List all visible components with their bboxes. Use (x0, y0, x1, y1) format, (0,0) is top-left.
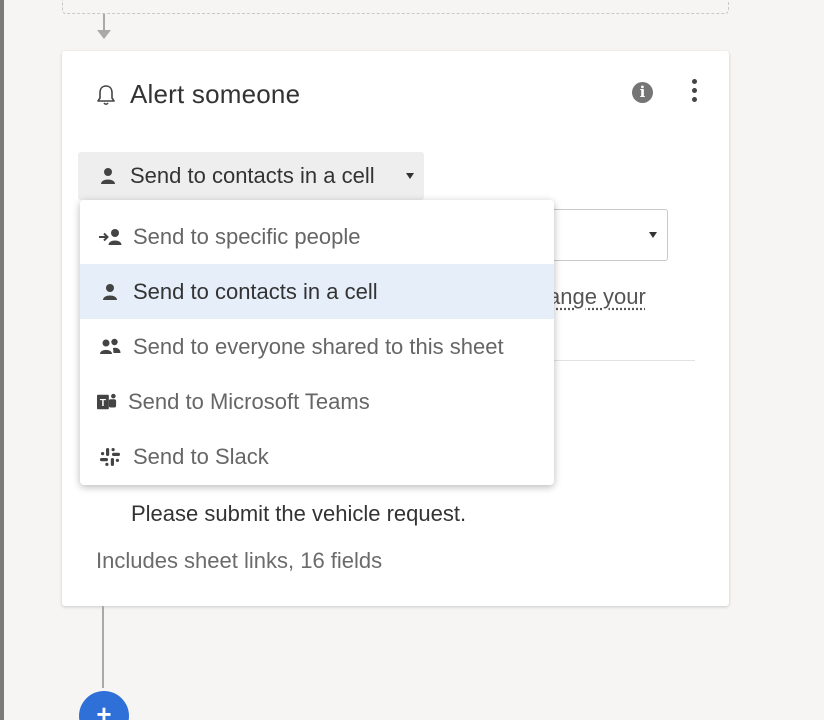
window-left-edge (0, 0, 4, 720)
menu-item-everyone-shared[interactable]: Send to everyone shared to this sheet (80, 319, 554, 374)
chevron-down-icon (406, 173, 414, 179)
card-title: Alert someone (130, 79, 300, 110)
more-options-icon[interactable] (686, 79, 702, 109)
chevron-down-icon (649, 232, 657, 238)
slack-icon (98, 447, 122, 467)
menu-item-label: Send to Microsoft Teams (128, 389, 370, 415)
change-settings-link[interactable]: ange your (548, 284, 646, 310)
menu-item-specific-people[interactable]: Send to specific people (80, 209, 554, 264)
card-header: Alert someone (96, 79, 300, 110)
contact-column-dropdown[interactable] (542, 209, 668, 261)
recipient-type-dropdown[interactable]: Send to contacts in a cell (78, 152, 424, 200)
recipient-type-menu: Send to specific people Send to contacts… (80, 200, 554, 485)
previous-step-dropzone (62, 0, 729, 14)
bell-icon (96, 84, 116, 106)
menu-item-slack[interactable]: Send to Slack (80, 429, 554, 484)
microsoft-teams-icon: T (95, 392, 119, 412)
flow-arrow-down-icon (97, 30, 111, 39)
info-icon[interactable]: i (632, 82, 653, 103)
person-icon (100, 167, 116, 185)
menu-item-label: Send to specific people (133, 224, 361, 250)
menu-item-label: Send to contacts in a cell (133, 279, 378, 305)
add-step-button[interactable]: + (79, 691, 129, 720)
flow-connector-bottom (102, 606, 104, 688)
person-icon (98, 282, 122, 302)
svg-text:T: T (100, 398, 106, 409)
people-icon (98, 337, 122, 357)
add-person-icon (98, 227, 122, 247)
menu-item-contacts-in-cell[interactable]: Send to contacts in a cell (80, 264, 554, 319)
menu-item-label: Send to everyone shared to this sheet (133, 334, 504, 360)
includes-summary: Includes sheet links, 16 fields (96, 548, 382, 574)
menu-item-label: Send to Slack (133, 444, 269, 470)
menu-item-microsoft-teams[interactable]: T Send to Microsoft Teams (80, 374, 554, 429)
recipient-type-label: Send to contacts in a cell (130, 163, 375, 189)
message-body-text: Please submit the vehicle request. (131, 501, 466, 527)
